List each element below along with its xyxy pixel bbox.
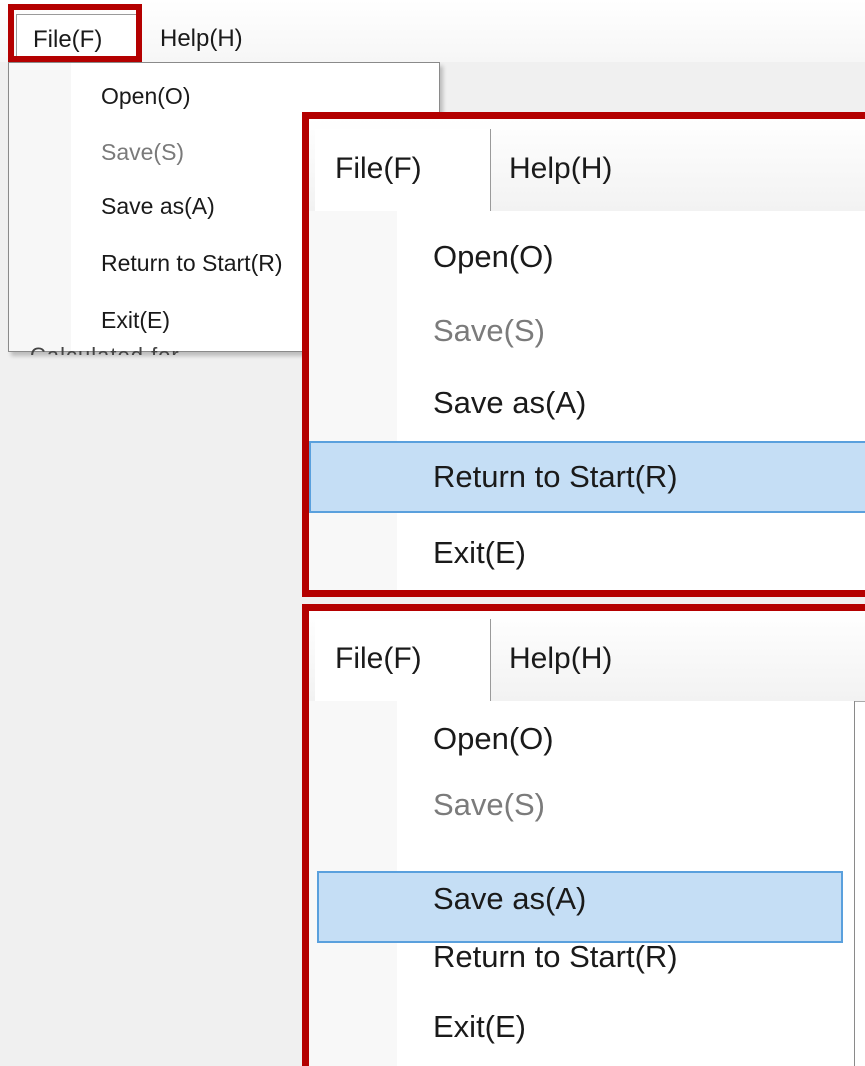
menu-item-save-as[interactable]: Save as(A) — [433, 383, 586, 423]
menu-icon-gutter — [9, 63, 71, 351]
menu-item-exit[interactable]: Exit(E) — [433, 533, 526, 573]
menu-item-return-to-start[interactable]: Return to Start(R) — [101, 248, 283, 278]
file-dropdown: Open(O) Save(S) Save as(A) Return to Sta… — [309, 701, 855, 1066]
menu-icon-gutter — [309, 211, 397, 590]
background-text: Calculated for — [30, 345, 310, 355]
menu-item-return-to-start[interactable]: Return to Start(R) — [433, 937, 678, 977]
menu-bar: File(F) Help(H) — [309, 611, 865, 702]
file-menu-highlight-box — [8, 4, 142, 62]
menu-item-save-as[interactable]: Save as(A) — [433, 879, 586, 919]
menu-item-save-as[interactable]: Save as(A) — [101, 191, 215, 221]
menu-item-save: Save(S) — [433, 313, 545, 348]
menu-file[interactable]: File(F) — [315, 619, 491, 701]
menu-item-save: Save(S) — [433, 787, 545, 822]
zoom-panel-save-as: File(F) Help(H) Open(O) Save(S) Save as(… — [302, 604, 865, 1066]
menu-item-save: Save(S) — [101, 139, 185, 165]
menu-item-open[interactable]: Open(O) — [433, 237, 554, 277]
menu-item-open[interactable]: Open(O) — [101, 81, 190, 111]
menu-help[interactable]: Help(H) — [160, 14, 243, 64]
menu-help[interactable]: Help(H) — [509, 619, 612, 699]
menu-file[interactable]: File(F) — [315, 129, 491, 211]
menu-item-exit[interactable]: Exit(E) — [101, 305, 170, 335]
zoom-panel-return-to-start: File(F) Help(H) Open(O) Save(S) Save as(… — [302, 112, 865, 597]
menu-item-exit[interactable]: Exit(E) — [433, 1007, 526, 1047]
menu-bar: File(F) Help(H) — [309, 119, 865, 212]
menu-item-open[interactable]: Open(O) — [433, 719, 554, 759]
menu-help[interactable]: Help(H) — [509, 129, 612, 209]
menu-item-return-to-start[interactable]: Return to Start(R) — [433, 457, 678, 497]
file-dropdown — [309, 211, 865, 590]
